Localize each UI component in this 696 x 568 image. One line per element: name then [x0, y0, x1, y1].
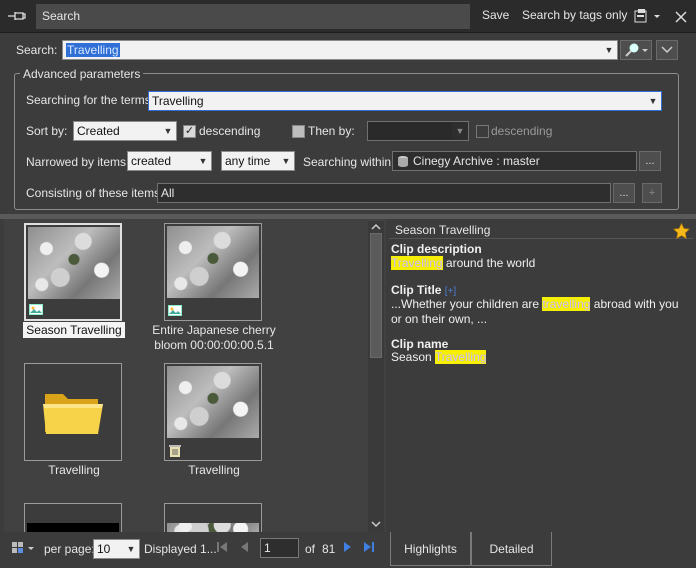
tab-detailed[interactable]: Detailed	[471, 532, 552, 566]
options-menu-icon[interactable]	[634, 8, 664, 24]
results-pane: Season Travelling Entire Japanese cherry…	[4, 219, 386, 533]
last-page-icon[interactable]	[363, 540, 375, 557]
terms-input[interactable]: Travelling ▼	[148, 91, 662, 111]
first-page-icon[interactable]	[216, 540, 228, 557]
details-header: Season Travelling	[389, 221, 693, 239]
add-button[interactable]: +	[642, 183, 662, 203]
within-label: Searching within:	[303, 155, 395, 169]
result-caption: Entire Japanese cherry bloom 00:00:00:00…	[152, 323, 276, 352]
pin-icon[interactable]	[6, 8, 28, 24]
window-title: Search	[36, 4, 470, 29]
close-icon[interactable]	[674, 8, 688, 24]
result-item[interactable]	[164, 503, 262, 533]
search-by-tags-button[interactable]: Search by tags only	[522, 8, 627, 22]
save-button[interactable]: Save	[482, 8, 509, 22]
displayed-label: Displayed 1...	[144, 542, 217, 556]
consisting-browse-button[interactable]: ...	[613, 183, 635, 203]
per-page-value: 10	[97, 542, 111, 556]
per-page-label: per page:	[44, 542, 95, 556]
terms-label: Searching for the terms:	[26, 93, 155, 107]
chevron-down-icon[interactable]: ▼	[195, 152, 211, 170]
then-descending-label: descending	[491, 124, 553, 138]
chevron-down-icon[interactable]: ▼	[123, 540, 139, 558]
title-section-body: ...Whether your children are travelling …	[391, 297, 679, 326]
name-section-body: Season Travelling	[391, 350, 487, 364]
search-go-button[interactable]	[620, 40, 652, 60]
details-title: Season Travelling	[395, 223, 491, 237]
page-value: 1	[264, 541, 271, 555]
narrowed-select[interactable]: created ▼	[127, 151, 212, 171]
descending-label: descending	[199, 124, 261, 138]
result-caption: Travelling	[48, 463, 100, 477]
star-icon[interactable]	[673, 223, 690, 239]
result-caption: Season Travelling	[4, 322, 144, 338]
result-item[interactable]	[24, 363, 122, 461]
chevron-down-icon	[661, 46, 673, 54]
result-item[interactable]	[24, 503, 122, 533]
time-value: any time	[225, 154, 271, 168]
consisting-label: Consisting of these items:	[26, 186, 164, 200]
image-clip-icon	[168, 305, 182, 316]
folder-icon	[43, 394, 103, 434]
trash-icon	[169, 445, 181, 457]
desc-section-body: Travelling around the world	[391, 256, 536, 270]
then-by-select[interactable]: ▼	[367, 121, 469, 141]
chevron-down-icon[interactable]: ▼	[278, 152, 294, 170]
narrowed-value: created	[131, 154, 172, 168]
terms-value: Travelling	[152, 94, 204, 108]
expand-link[interactable]: [+]	[445, 286, 456, 297]
result-item[interactable]	[24, 223, 122, 321]
page-input[interactable]: 1	[260, 538, 299, 558]
scrollbar-thumb[interactable]	[370, 233, 382, 358]
tab-highlights[interactable]: Highlights	[390, 532, 471, 566]
time-select[interactable]: any time ▼	[221, 151, 295, 171]
result-item[interactable]	[164, 223, 262, 321]
sort-label: Sort by:	[26, 124, 68, 138]
descending-checkbox[interactable]: ✓	[183, 125, 196, 138]
image-clip-icon	[29, 304, 43, 315]
thumbnail-image	[28, 227, 120, 299]
search-value: Travelling	[66, 43, 120, 57]
view-mode-icon[interactable]	[12, 541, 36, 555]
next-page-icon[interactable]	[342, 540, 352, 557]
within-browse-button[interactable]: ...	[639, 151, 661, 171]
then-descending-checkbox[interactable]	[476, 125, 489, 138]
advanced-parameters-legend: Advanced parameters	[20, 67, 144, 81]
narrowed-label: Narrowed by items:	[26, 155, 130, 169]
consisting-field[interactable]: All	[157, 183, 611, 203]
database-icon	[398, 155, 408, 167]
chevron-down-icon	[371, 521, 381, 528]
consisting-value: All	[161, 186, 175, 200]
chevron-down-icon[interactable]: ▼	[645, 92, 661, 110]
search-label: Search:	[16, 43, 58, 57]
per-page-select[interactable]: 10 ▼	[93, 539, 140, 559]
search-input[interactable]: Travelling ▼	[62, 40, 618, 60]
result-item[interactable]	[164, 363, 262, 461]
chevron-down-icon[interactable]: ▼	[452, 122, 468, 140]
total-pages: 81	[322, 542, 336, 556]
expand-button[interactable]	[656, 40, 678, 60]
chevron-up-icon	[371, 223, 381, 230]
chevron-down-icon[interactable]: ▼	[160, 122, 176, 140]
title-section-title: Clip Title [+]	[391, 283, 457, 297]
sort-select[interactable]: Created ▼	[73, 121, 177, 141]
within-value: Cinegy Archive : master	[413, 154, 540, 168]
prev-page-icon[interactable]	[240, 540, 250, 557]
chevron-down-icon[interactable]: ▼	[601, 41, 617, 59]
thumbnail-image	[167, 226, 259, 298]
magnifier-icon	[625, 43, 648, 57]
then-by-label: Then by:	[308, 124, 355, 138]
of-label: of	[305, 542, 316, 556]
then-by-checkbox[interactable]	[292, 125, 305, 138]
result-caption: Travelling	[188, 463, 240, 477]
results-scrollbar[interactable]	[368, 221, 384, 532]
sort-value: Created	[77, 124, 120, 138]
within-field[interactable]: Cinegy Archive : master	[392, 151, 637, 171]
thumbnail-image	[167, 366, 259, 438]
name-section-title: Clip name	[391, 337, 449, 351]
desc-section-title: Clip description	[391, 242, 482, 256]
